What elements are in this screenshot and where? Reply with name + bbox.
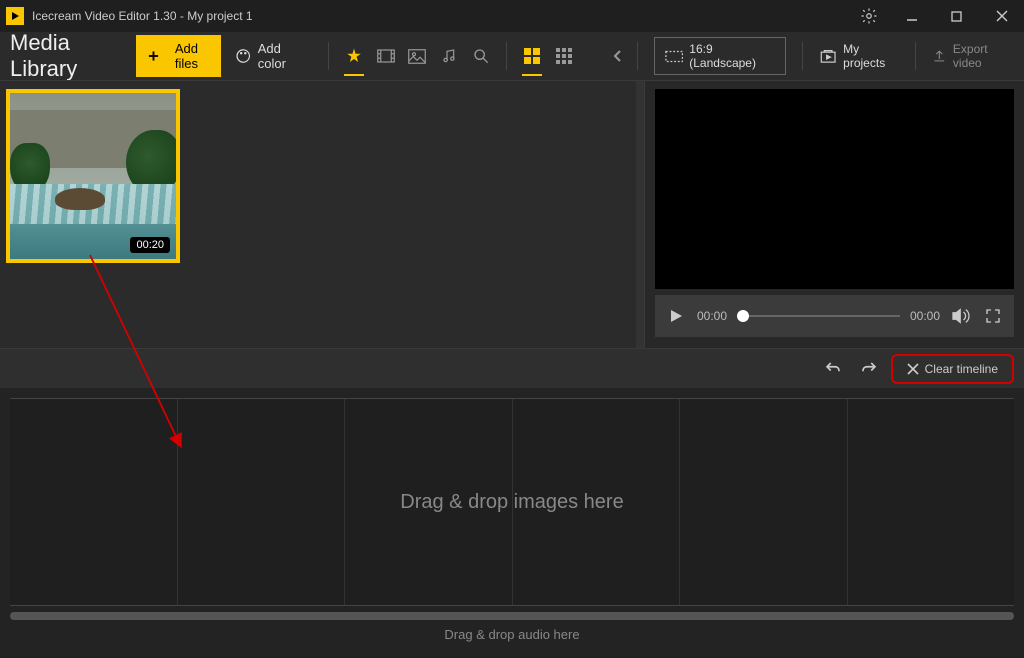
thumbnail-duration-badge: 00:20 xyxy=(130,237,170,253)
my-projects-button[interactable]: My projects xyxy=(819,42,899,70)
settings-button[interactable] xyxy=(849,0,889,32)
media-library-panel: 00:20 xyxy=(0,81,636,348)
media-thumbnail[interactable]: 00:20 xyxy=(6,89,180,263)
aspect-ratio-label: 16:9 (Landscape) xyxy=(689,42,775,70)
window-title: Icecream Video Editor 1.30 - My project … xyxy=(32,9,849,23)
video-preview xyxy=(655,89,1014,289)
project-name: My project 1 xyxy=(187,9,252,23)
filter-image-icon[interactable] xyxy=(405,42,431,70)
play-button[interactable] xyxy=(665,305,687,327)
filter-all-icon[interactable] xyxy=(341,42,367,70)
filter-video-icon[interactable] xyxy=(373,42,399,70)
search-icon[interactable] xyxy=(468,42,494,70)
app-name: Icecream Video Editor 1.30 xyxy=(32,9,177,23)
fullscreen-button[interactable] xyxy=(982,305,1004,327)
close-button[interactable] xyxy=(979,0,1024,32)
export-video-button[interactable]: Export video xyxy=(932,42,1014,70)
volume-button[interactable] xyxy=(950,305,972,327)
total-time: 00:00 xyxy=(910,309,940,323)
clear-timeline-button[interactable]: Clear timeline xyxy=(899,358,1006,380)
timeline-scrollbar[interactable] xyxy=(10,612,1014,620)
current-time: 00:00 xyxy=(697,309,727,323)
timeline-images-track[interactable]: Drag & drop images here xyxy=(10,398,1014,606)
library-title: Media Library xyxy=(10,30,136,82)
clear-timeline-label: Clear timeline xyxy=(925,362,998,376)
add-files-button[interactable]: Add files xyxy=(136,35,222,77)
seek-bar[interactable] xyxy=(737,315,900,317)
titlebar: Icecream Video Editor 1.30 - My project … xyxy=(0,0,1024,32)
undo-button[interactable] xyxy=(819,355,847,383)
export-video-label: Export video xyxy=(953,42,1014,70)
library-scrollbar[interactable] xyxy=(636,81,644,348)
add-color-button[interactable]: Add color xyxy=(227,35,316,77)
timeline-audio-placeholder: Drag & drop audio here xyxy=(444,627,579,642)
timeline-audio-track[interactable]: Drag & drop audio here xyxy=(10,620,1014,648)
seek-handle[interactable] xyxy=(737,310,749,322)
timeline-images-placeholder: Drag & drop images here xyxy=(400,491,623,514)
timeline-controls: Clear timeline xyxy=(0,348,1024,388)
main-area: 00:20 00:00 00:00 xyxy=(0,80,1024,348)
preview-panel: 00:00 00:00 xyxy=(644,81,1024,348)
add-color-label: Add color xyxy=(258,41,308,71)
app-icon xyxy=(6,7,24,25)
toolbar: Media Library Add files Add color xyxy=(0,32,1024,80)
add-files-label: Add files xyxy=(164,41,210,71)
collapse-panel-icon[interactable] xyxy=(605,42,631,70)
minimize-button[interactable] xyxy=(889,0,934,32)
redo-button[interactable] xyxy=(855,355,883,383)
thumbnail-image xyxy=(10,93,176,259)
view-small-grid-icon[interactable] xyxy=(551,42,577,70)
filter-audio-icon[interactable] xyxy=(436,42,462,70)
view-large-grid-icon[interactable] xyxy=(519,42,545,70)
maximize-button[interactable] xyxy=(934,0,979,32)
timeline-area: Drag & drop images here Drag & drop audi… xyxy=(0,388,1024,658)
my-projects-label: My projects xyxy=(843,42,899,70)
clear-timeline-highlight: Clear timeline xyxy=(891,354,1014,384)
aspect-ratio-selector[interactable]: 16:9 (Landscape) xyxy=(654,37,786,75)
player-controls: 00:00 00:00 xyxy=(655,295,1014,337)
